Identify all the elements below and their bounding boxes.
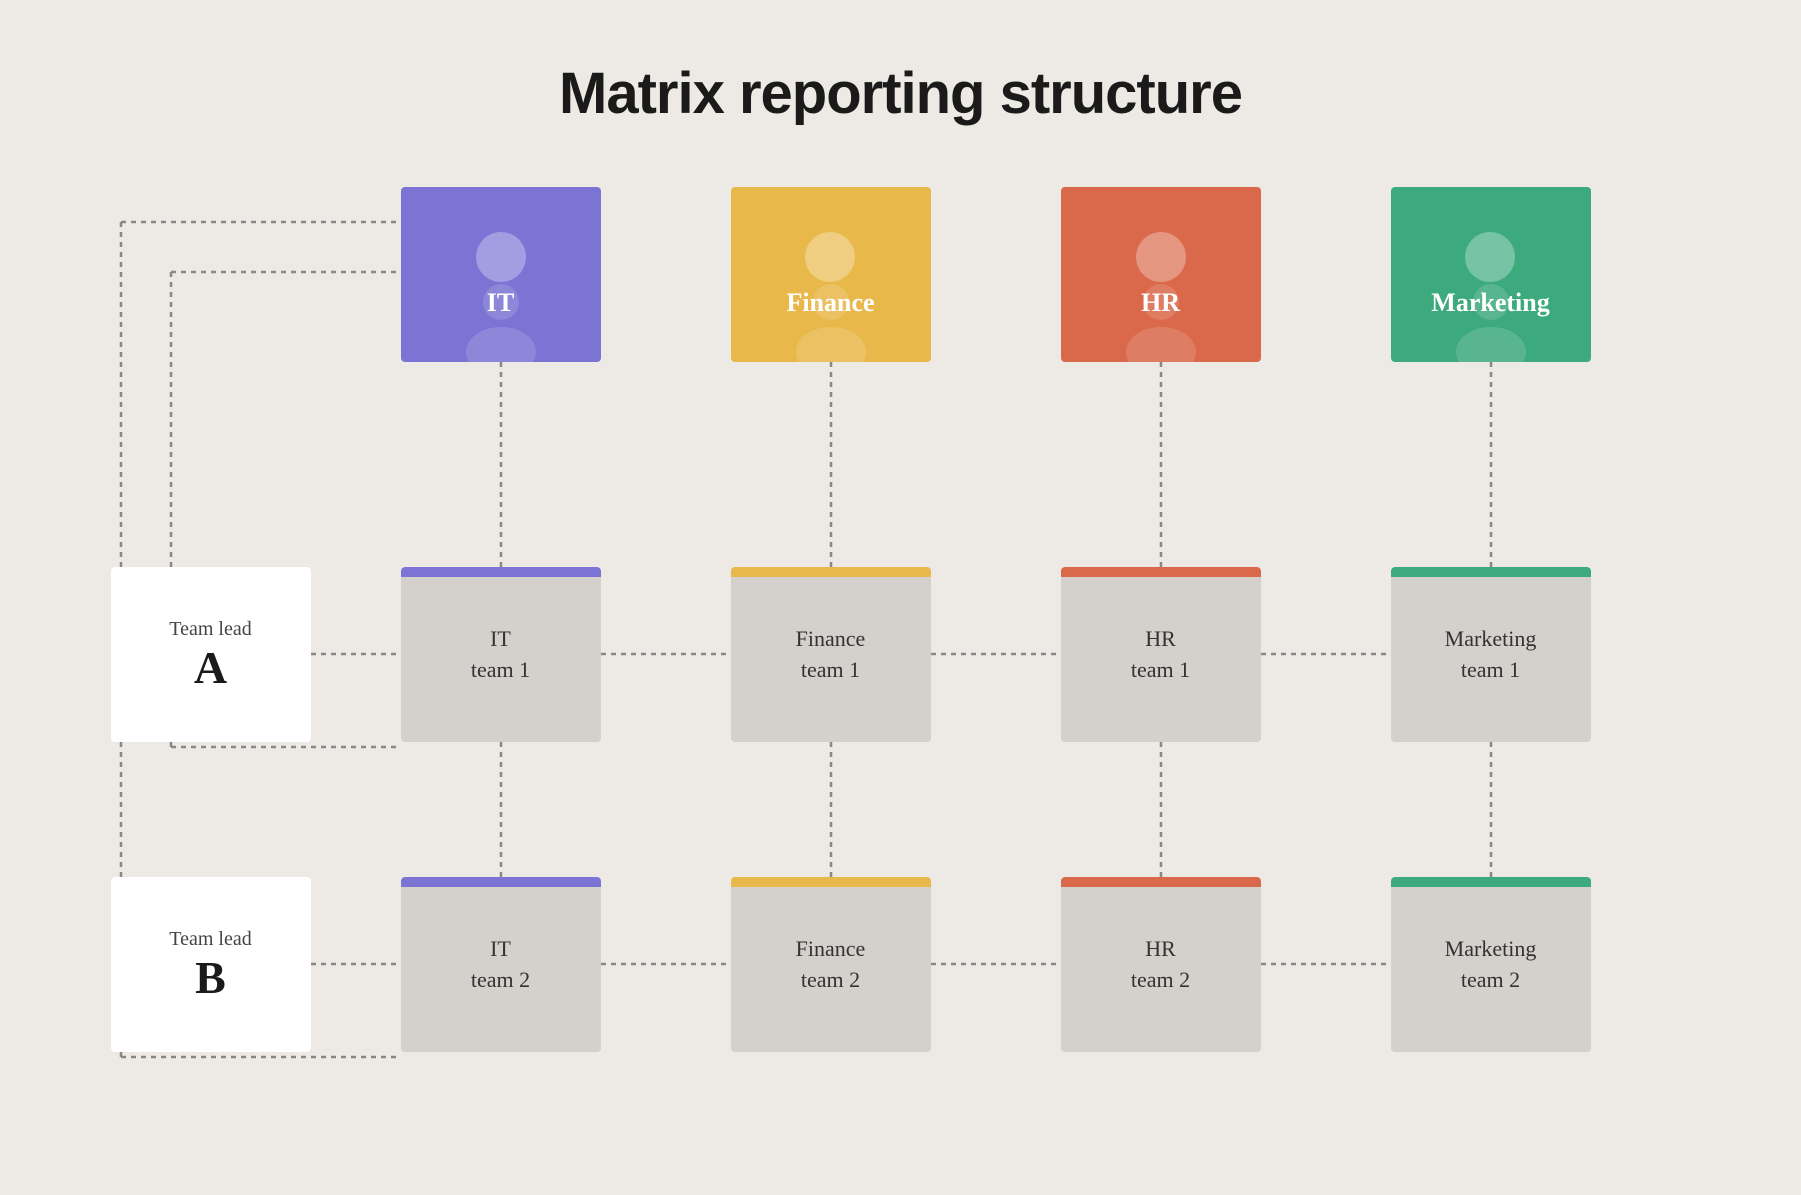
dept-marketing-circle <box>1465 232 1515 282</box>
marketing-team-2-box: Marketingteam 2 <box>1391 877 1591 1052</box>
dept-hr-circle <box>1136 232 1186 282</box>
finance-team-2-bar <box>731 877 931 887</box>
hr-team-2-box: HRteam 2 <box>1061 877 1261 1052</box>
dept-finance-circle <box>805 232 855 282</box>
dept-marketing-label: Marketing <box>1431 288 1549 318</box>
marketing-team-1-bar <box>1391 567 1591 577</box>
team-lead-b-letter: B <box>195 955 226 1001</box>
dept-hr: HR <box>1061 187 1261 362</box>
hr-team-2-label: HRteam 2 <box>1131 934 1190 996</box>
dept-it-label: IT <box>487 288 514 318</box>
team-lead-a-title: Team lead <box>169 618 251 641</box>
marketing-team-1-box: Marketingteam 1 <box>1391 567 1591 742</box>
it-team-1-bar <box>401 567 601 577</box>
hr-team-1-bar <box>1061 567 1261 577</box>
team-lead-a-box: Team lead A <box>111 567 311 742</box>
dept-hr-label: HR <box>1141 288 1180 318</box>
finance-team-1-bar <box>731 567 931 577</box>
dept-it-circle <box>476 232 526 282</box>
dept-finance-label: Finance <box>786 288 874 318</box>
dept-it: IT <box>401 187 601 362</box>
marketing-team-2-label: Marketingteam 2 <box>1445 934 1537 996</box>
team-lead-b-box: Team lead B <box>111 877 311 1052</box>
it-team-2-box: ITteam 2 <box>401 877 601 1052</box>
finance-team-2-box: Financeteam 2 <box>731 877 931 1052</box>
dept-marketing: Marketing <box>1391 187 1591 362</box>
diagram-container: .dot-line { stroke: #888; stroke-width: … <box>91 187 1711 1107</box>
it-team-1-box: ITteam 1 <box>401 567 601 742</box>
dept-finance: Finance <box>731 187 931 362</box>
it-team-2-label: ITteam 2 <box>471 934 530 996</box>
hr-team-1-box: HRteam 1 <box>1061 567 1261 742</box>
marketing-team-1-label: Marketingteam 1 <box>1445 624 1537 686</box>
finance-team-1-label: Financeteam 1 <box>796 624 866 686</box>
hr-team-1-label: HRteam 1 <box>1131 624 1190 686</box>
it-team-2-bar <box>401 877 601 887</box>
marketing-team-2-bar <box>1391 877 1591 887</box>
hr-team-2-bar <box>1061 877 1261 887</box>
team-lead-b-title: Team lead <box>169 928 251 951</box>
it-team-1-label: ITteam 1 <box>471 624 530 686</box>
finance-team-1-box: Financeteam 1 <box>731 567 931 742</box>
finance-team-2-label: Financeteam 2 <box>796 934 866 996</box>
page-title: Matrix reporting structure <box>559 60 1242 127</box>
team-lead-a-letter: A <box>194 645 227 691</box>
